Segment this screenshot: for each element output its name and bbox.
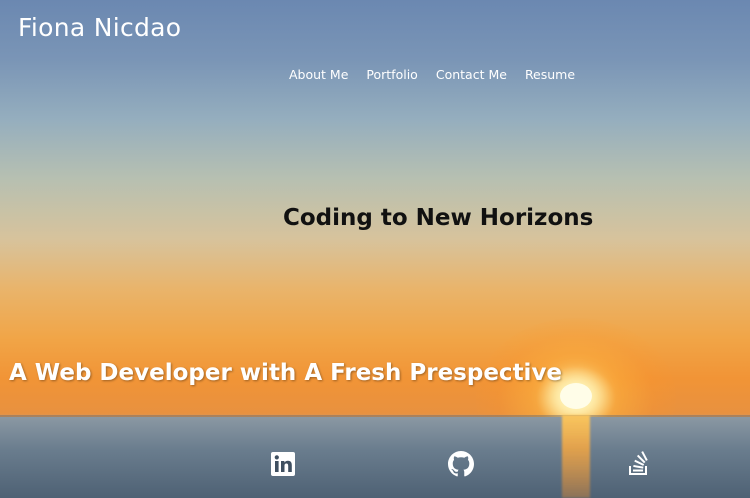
nav-link-portfolio[interactable]: Portfolio — [357, 67, 426, 82]
stack-overflow-icon — [629, 451, 648, 475]
main-nav: About Me Portfolio Contact Me Resume — [280, 67, 584, 82]
brand-name: Fiona Nicdao — [18, 13, 182, 42]
stack-overflow-link[interactable] — [626, 451, 652, 477]
nav-link-contact-me[interactable]: Contact Me — [427, 67, 516, 82]
nav-link-resume[interactable]: Resume — [516, 67, 584, 82]
sun — [560, 383, 592, 409]
nav-link-about-me[interactable]: About Me — [280, 67, 357, 82]
sun-reflection — [562, 415, 590, 498]
linkedin-icon — [271, 452, 295, 476]
linkedin-link[interactable] — [270, 451, 296, 477]
hero-tagline: A Web Developer with A Fresh Prespective — [9, 360, 563, 386]
hero-headline: Coding to New Horizons — [283, 205, 594, 231]
github-icon — [448, 451, 474, 477]
horizon-line — [0, 415, 750, 417]
hero-page: Fiona Nicdao About Me Portfolio Contact … — [0, 0, 750, 498]
github-link[interactable] — [448, 451, 474, 477]
